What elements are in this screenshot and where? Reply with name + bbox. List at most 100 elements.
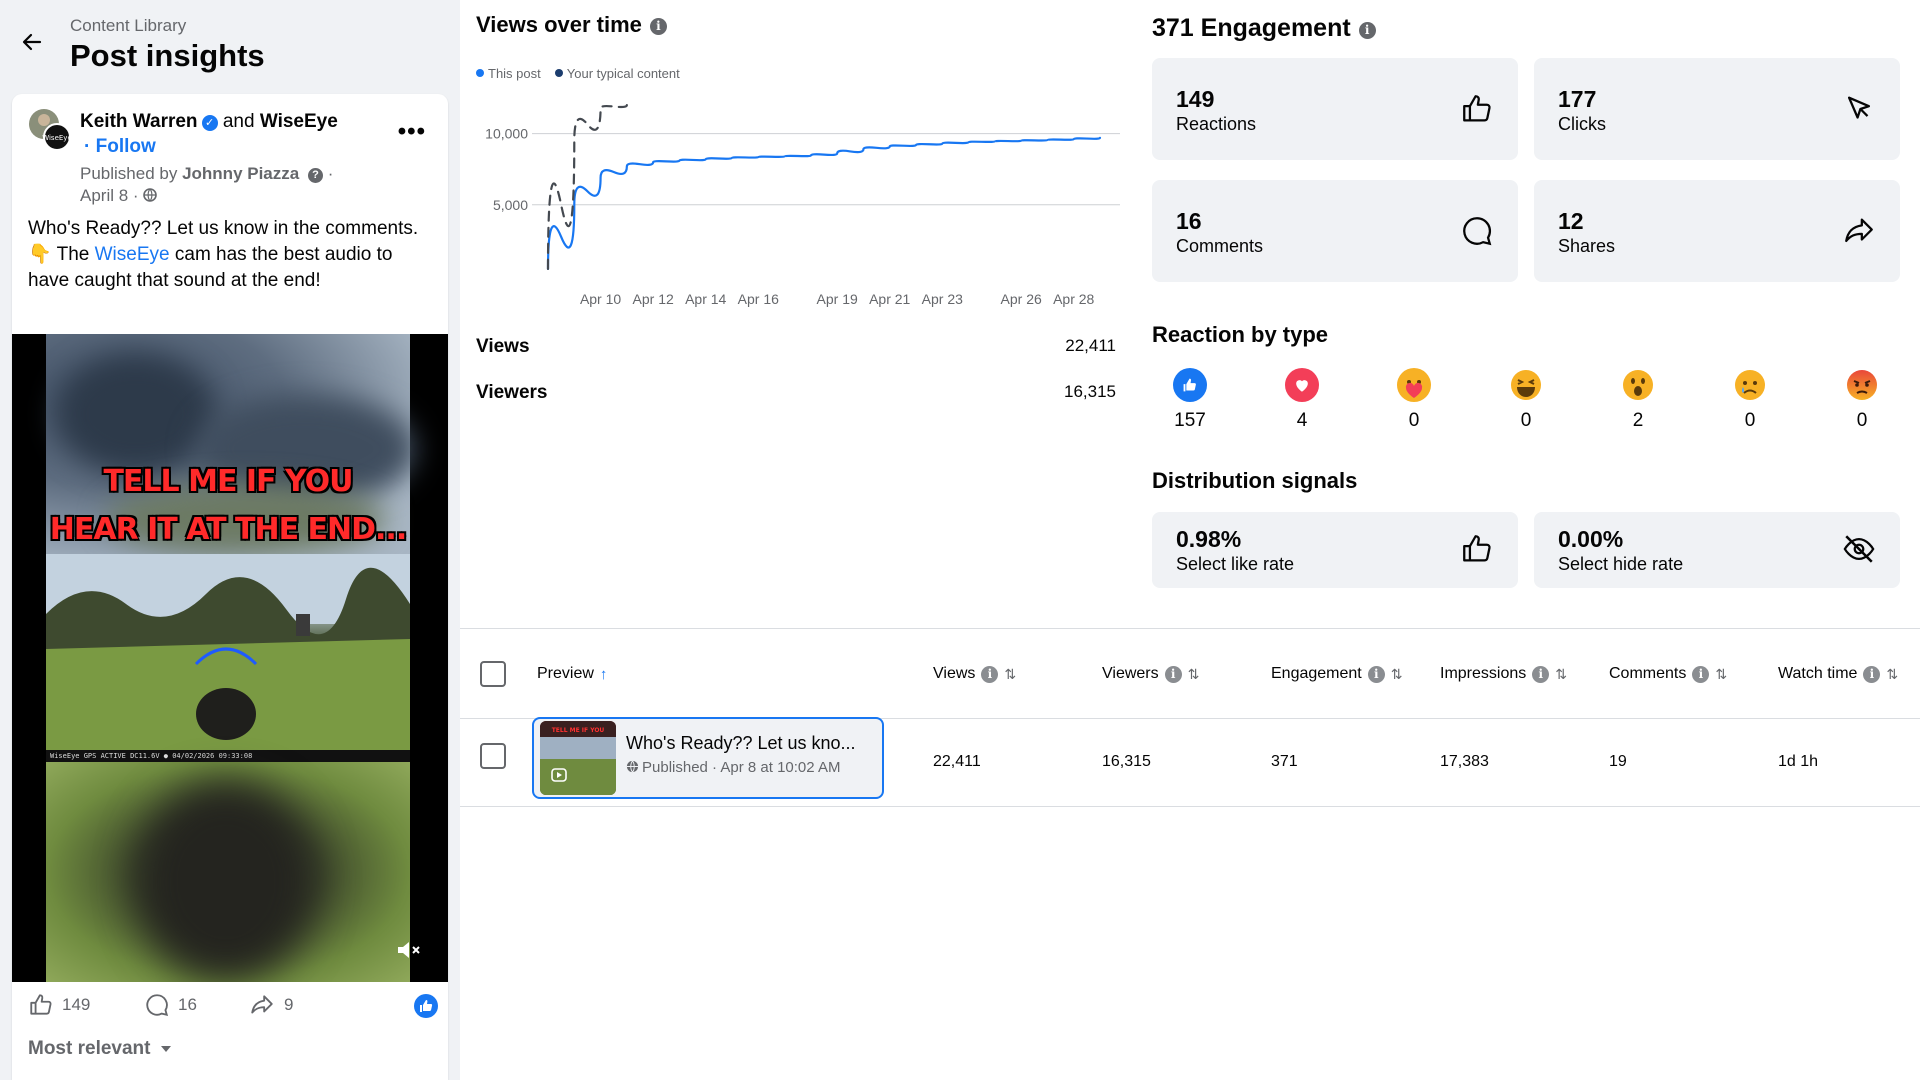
like-reaction-icon (1173, 368, 1207, 402)
post-date: April 8 · (80, 186, 158, 206)
like-count[interactable]: 149 (28, 992, 90, 1018)
comment-count[interactable]: 16 (144, 992, 197, 1018)
viewers-label: Viewers (476, 382, 548, 403)
views-over-time-heading: Views over time i (476, 12, 667, 38)
shares-card[interactable]: 12 Shares (1534, 180, 1900, 282)
series-line-this-post (546, 136, 1102, 270)
cell-engagement: 371 (1271, 753, 1298, 770)
column-header-preview[interactable]: Preview ↑ (537, 665, 607, 683)
publisher-name[interactable]: Johnny Piazza (182, 164, 299, 183)
sort-icon: ⇅ (1715, 665, 1728, 682)
table-row[interactable]: TELL ME IF YOU Who's Ready?? Let us kno.… (460, 717, 1920, 807)
sort-comments-dropdown[interactable]: Most relevant (28, 1038, 172, 1060)
post-preview-cell[interactable]: TELL ME IF YOU Who's Ready?? Let us kno.… (532, 717, 884, 799)
hide-rate-card[interactable]: 0.00% Select hide rate (1534, 512, 1900, 588)
reaction-by-type-heading: Reaction by type (1152, 322, 1329, 347)
viewers-value: 16,315 (1064, 382, 1116, 401)
info-icon[interactable]: i (1367, 665, 1385, 683)
reaction-sad: 0 (1715, 368, 1785, 432)
post-card: WiseEye Keith Warren ✓ and WiseEye · Foll… (12, 94, 448, 1080)
post-title: Who's Ready?? Let us kno... (626, 733, 856, 753)
cell-impressions: 17,383 (1440, 753, 1489, 770)
info-icon[interactable]: i (1692, 665, 1710, 683)
select-all-checkbox[interactable] (480, 661, 506, 687)
published-prefix: Published by (80, 164, 178, 183)
heart-reaction-icon (1285, 368, 1319, 402)
video-trail-cam-frame (46, 554, 410, 750)
thumbs-up-icon (30, 994, 52, 1015)
x-tick-label: Apr 14 (685, 291, 726, 307)
sort-ascending-icon: ↑ (599, 665, 608, 683)
x-tick-label: Apr 12 (633, 291, 674, 307)
comments-card[interactable]: 16 Comments (1152, 180, 1518, 282)
breadcrumb[interactable]: Content Library (70, 16, 186, 36)
more-options-icon[interactable]: ••• (398, 118, 426, 146)
reactions-card[interactable]: 149 Reactions (1152, 58, 1518, 160)
reaction-love: 4 (1267, 368, 1337, 432)
info-icon[interactable]: i (649, 18, 667, 35)
avatar[interactable]: WiseEye (28, 108, 72, 152)
and-text: and (222, 111, 255, 132)
info-icon[interactable]: i (1532, 665, 1550, 683)
legend-typical-content: Your typical content (554, 66, 680, 81)
post-meta: Published · Apr 8 at 10:02 AM (626, 759, 840, 776)
sort-icon: ⇅ (1555, 665, 1567, 682)
views-row: Views 22,411 (476, 336, 1116, 358)
info-icon[interactable]: i (1164, 665, 1182, 683)
sad-reaction-icon (1733, 368, 1767, 402)
coauthor-name[interactable]: WiseEye (260, 111, 338, 132)
thumbs-up-icon (1463, 535, 1491, 562)
viewers-row: Viewers 16,315 (476, 382, 1116, 404)
engagement-heading: 371 Engagement i (1152, 14, 1376, 43)
wow-reaction-icon (1621, 368, 1655, 402)
globe-icon (143, 188, 158, 202)
views-line-chart: 5,000 10,000 Apr 10 Apr 12 Apr 14 Apr 16 Apr 1… (485, 104, 1120, 307)
cursor-click-icon (1847, 96, 1871, 119)
reaction-like: 157 (1155, 368, 1225, 432)
column-header-viewers[interactable]: Viewers i ⇅ (1102, 665, 1199, 683)
post-insights-screen: Content Library Post insights WiseEye Ke… (0, 0, 1920, 1080)
x-tick-label: Apr 19 (817, 291, 858, 307)
eye-slash-icon (1843, 535, 1875, 563)
svg-text:WiseEye: WiseEye (42, 134, 72, 142)
verified-badge-icon: ✓ (201, 115, 218, 131)
distribution-signals-heading: Distribution signals (1152, 468, 1358, 493)
column-header-impressions[interactable]: Impressions i ⇅ (1440, 665, 1567, 683)
haha-reaction-icon (1509, 368, 1543, 402)
author-line: Keith Warren ✓ and WiseEye (80, 110, 380, 134)
x-tick-label: Apr 26 (1001, 291, 1042, 307)
info-icon[interactable]: i (1358, 22, 1376, 39)
post-text: Who's Ready?? Let us know in the comment… (28, 218, 419, 291)
column-header-watch-time[interactable]: Watch time i ⇅ (1778, 665, 1898, 683)
table-header: Preview ↑ Views i ⇅ Viewers i ⇅ Engagement i ⇅… (460, 629, 1920, 719)
like-rate-card[interactable]: 0.98% Select like rate (1152, 512, 1518, 588)
post-video[interactable]: TELL ME IF YOU HEAR IT AT THE END... Wis… (12, 334, 448, 982)
sort-icon: ⇅ (1886, 665, 1899, 682)
column-header-engagement[interactable]: Engagement i ⇅ (1271, 665, 1402, 683)
clicks-card[interactable]: 177 Clicks (1534, 58, 1900, 160)
help-icon[interactable]: ? (307, 168, 323, 183)
column-header-comments[interactable]: Comments i ⇅ (1609, 665, 1727, 683)
column-header-views[interactable]: Views i ⇅ (933, 665, 1016, 683)
engagement-panel: 371 Engagement i 149 Reactions 177 Clicks… (1130, 0, 1920, 620)
row-checkbox[interactable] (480, 743, 506, 769)
reaction-angry: 0 (1827, 368, 1897, 432)
author-name[interactable]: Keith Warren (80, 111, 198, 132)
back-button[interactable] (14, 24, 50, 60)
info-icon[interactable]: i (1863, 665, 1881, 683)
reaction-haha: 0 (1491, 368, 1561, 432)
svg-text:TELL ME IF YOU: TELL ME IF YOU (552, 727, 605, 734)
series-line-typical-content (546, 104, 628, 270)
post-preview-panel: Content Library Post insights WiseEye Ke… (0, 0, 460, 1080)
wiseeye-link[interactable]: WiseEye (95, 244, 170, 265)
mute-icon[interactable] (394, 936, 422, 964)
reaction-wow: 2 (1603, 368, 1673, 432)
sort-icon: ⇅ (1004, 665, 1017, 682)
follow-link[interactable]: · Follow (84, 136, 156, 158)
globe-icon (626, 760, 639, 773)
post-actions: 149 16 9 (28, 992, 438, 1022)
legend-this-post: This post (476, 66, 541, 81)
share-count[interactable]: 9 (248, 992, 293, 1018)
caret-down-icon (160, 1046, 171, 1052)
info-icon[interactable]: i (981, 665, 999, 683)
